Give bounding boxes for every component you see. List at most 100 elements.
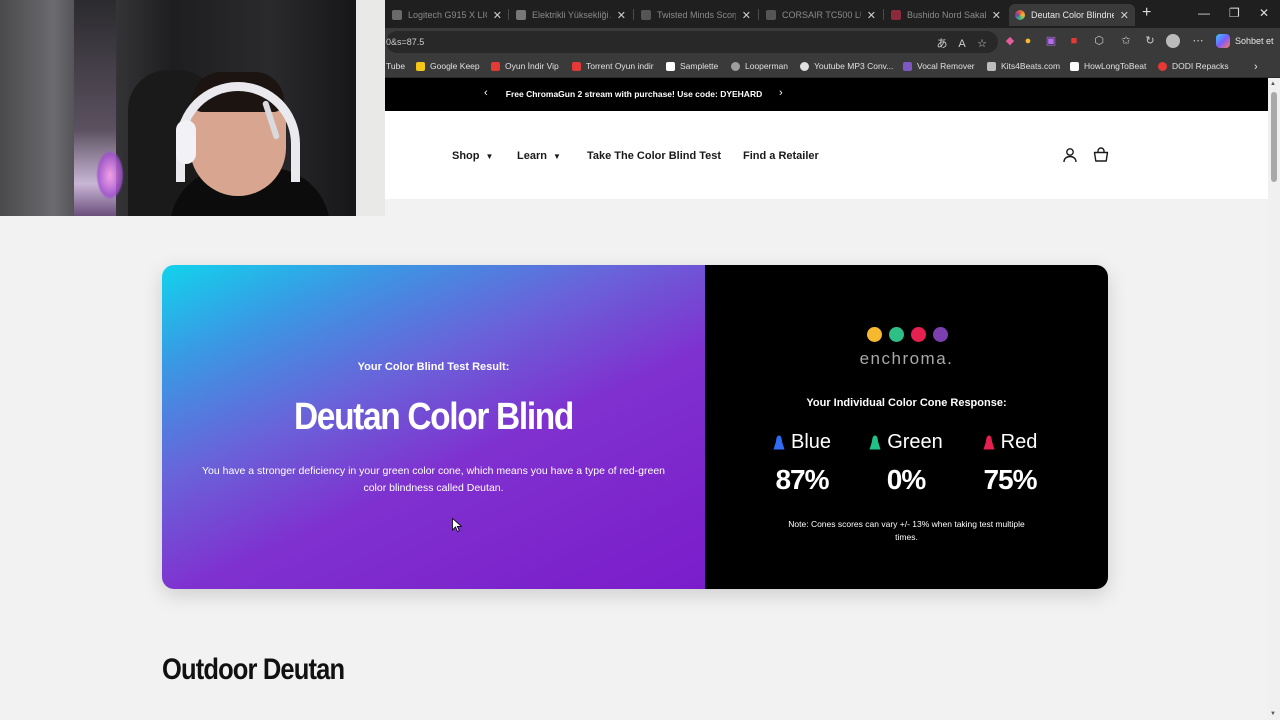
browser-tab[interactable]: Elektrikli Yüksekliği Ayarl ✕ bbox=[510, 4, 632, 26]
read-aloud-icon[interactable]: A bbox=[954, 36, 970, 52]
bookmark[interactable]: HowLongToBeat bbox=[1070, 61, 1146, 71]
scroll-down-icon[interactable]: ▼ bbox=[1270, 711, 1276, 717]
nav-shop-label: Shop bbox=[452, 150, 480, 162]
tab-title: Bushido Nord Sakal Yağı bbox=[907, 10, 986, 20]
cone-blue: Blue 87% bbox=[747, 431, 857, 496]
bookmark-label: Google Keep bbox=[430, 61, 480, 71]
scroll-up-icon[interactable]: ▲ bbox=[1270, 81, 1276, 87]
test-result-card: Your Color Blind Test Result: Deutan Col… bbox=[162, 265, 1108, 589]
bookmark[interactable]: Samplette bbox=[666, 61, 718, 71]
close-tab-icon[interactable]: ✕ bbox=[1120, 9, 1129, 22]
tab-favicon-icon bbox=[516, 10, 526, 20]
close-window-icon[interactable]: ✕ bbox=[1259, 6, 1269, 20]
tab-title: Twisted Minds Scorpion bbox=[657, 10, 736, 20]
nav-test-label: Take The Color Blind Test bbox=[587, 150, 722, 162]
translate-icon[interactable]: あ bbox=[934, 36, 950, 52]
nav-color-blind-test[interactable]: Take The Color Blind Test bbox=[587, 150, 721, 162]
page-scrollbar[interactable]: ▲ ▼ bbox=[1268, 78, 1280, 720]
bookmark-label: Youtube MP3 Conv... bbox=[814, 61, 894, 71]
restore-icon[interactable]: ❐ bbox=[1229, 6, 1240, 20]
tab-title: CORSAIR TC500 LUXE St bbox=[782, 10, 861, 20]
close-tab-icon[interactable]: ✕ bbox=[742, 9, 751, 22]
bookmark[interactable]: Youtube MP3 Conv... bbox=[800, 61, 893, 71]
tab-favicon-icon bbox=[766, 10, 776, 20]
favorite-star-icon[interactable]: ☆ bbox=[974, 36, 990, 52]
browser-tab[interactable]: CORSAIR TC500 LUXE St ✕ bbox=[760, 4, 882, 26]
extension-icon[interactable]: ▣ bbox=[1043, 33, 1059, 49]
tab-title: Logitech G915 X LIGHTS bbox=[408, 10, 487, 20]
bookmark-icon bbox=[903, 61, 912, 71]
extension-icon[interactable]: ■ bbox=[1066, 33, 1082, 49]
nav-find-retailer[interactable]: Find a Retailer bbox=[743, 150, 819, 162]
bookmark-label: Samplette bbox=[680, 61, 719, 71]
bookmark[interactable]: Looperman bbox=[731, 61, 788, 71]
bookmark[interactable]: Oyun İndir Vip bbox=[491, 61, 559, 71]
red-cone-icon bbox=[983, 435, 995, 449]
collections-icon[interactable]: ✩ bbox=[1118, 33, 1134, 49]
nav-learn[interactable]: Learn ▼ bbox=[517, 150, 561, 162]
bookmark-icon bbox=[1070, 61, 1079, 71]
copilot-button[interactable]: Sohbet et bbox=[1216, 34, 1274, 48]
enchroma-logo: enchroma. bbox=[859, 349, 954, 368]
chevron-down-icon: ▼ bbox=[552, 151, 561, 161]
mouse-cursor-icon bbox=[452, 518, 462, 532]
profile-avatar-icon[interactable] bbox=[1166, 34, 1180, 48]
bookmark-label: Tube bbox=[386, 61, 406, 71]
history-icon[interactable]: ↻ bbox=[1142, 33, 1158, 49]
promo-next-arrow-icon[interactable]: › bbox=[779, 87, 783, 99]
bookmark-label: Torrent Oyun indir bbox=[586, 61, 654, 71]
more-menu-icon[interactable]: ⋯ bbox=[1190, 33, 1206, 49]
tab-favicon-icon bbox=[891, 10, 901, 20]
copilot-icon bbox=[1216, 34, 1230, 48]
new-tab-icon[interactable]: + bbox=[1142, 4, 1151, 22]
cart-icon[interactable] bbox=[1093, 147, 1109, 163]
browser-tab[interactable]: Bushido Nord Sakal Yağı ✕ bbox=[885, 4, 1007, 26]
bookmark-icon bbox=[666, 61, 675, 71]
bookmark[interactable]: Kits4Beats.com bbox=[987, 61, 1060, 71]
cone-green: Green 0% bbox=[851, 431, 961, 496]
bookmark-icon bbox=[987, 61, 996, 71]
cone-value: 0% bbox=[886, 464, 926, 495]
browser-tab-active[interactable]: Deutan Color Blindness ✕ bbox=[1009, 4, 1135, 26]
bookmark[interactable]: Vocal Remover bbox=[903, 61, 975, 71]
bookmark-icon bbox=[731, 61, 740, 71]
bookmark-label: Kits4Beats.com bbox=[1001, 61, 1061, 71]
bookmark[interactable]: Torrent Oyun indir bbox=[572, 61, 654, 71]
cone-value: 87% bbox=[775, 464, 829, 495]
tab-favicon-icon bbox=[641, 10, 651, 20]
extension-icon[interactable]: ◆ bbox=[1002, 33, 1018, 49]
cone-name: Red bbox=[1000, 431, 1038, 453]
bookmark-label: Vocal Remover bbox=[917, 61, 975, 71]
close-tab-icon[interactable]: ✕ bbox=[867, 9, 876, 22]
tab-title: Deutan Color Blindness bbox=[1031, 10, 1114, 20]
browser-tab[interactable]: Twisted Minds Scorpion ✕ bbox=[635, 4, 757, 26]
nav-retailer-label: Find a Retailer bbox=[743, 150, 819, 162]
extensions-puzzle-icon[interactable]: ⬡ bbox=[1091, 33, 1107, 49]
extension-icon[interactable]: ● bbox=[1020, 33, 1036, 49]
account-icon[interactable] bbox=[1062, 147, 1078, 163]
bookmark-icon bbox=[800, 61, 809, 71]
nav-shop[interactable]: Shop ▼ bbox=[452, 150, 493, 162]
enchroma-logo-dots bbox=[867, 327, 948, 342]
tab-favicon-icon bbox=[1015, 10, 1025, 20]
cone-name: Blue bbox=[790, 431, 832, 453]
bookmark-icon bbox=[491, 61, 500, 71]
bookmark-label: Looperman bbox=[745, 61, 789, 71]
scrollbar-thumb[interactable] bbox=[1271, 92, 1277, 182]
green-cone-icon bbox=[869, 435, 881, 449]
copilot-label: Sohbet et bbox=[1235, 36, 1274, 46]
url-text: 0&s=87.5 bbox=[386, 37, 425, 47]
browser-tab[interactable]: Logitech G915 X LIGHTS ✕ bbox=[386, 4, 508, 26]
bookmark[interactable]: DODI Repacks bbox=[1158, 61, 1229, 71]
cone-red: Red 75% bbox=[955, 431, 1065, 496]
bookmark[interactable]: Tube bbox=[386, 61, 405, 71]
bookmarks-more-chevron-icon[interactable]: › bbox=[1254, 61, 1258, 73]
result-description: You have a stronger deficiency in your g… bbox=[201, 465, 666, 494]
close-tab-icon[interactable]: ✕ bbox=[992, 9, 1001, 22]
bookmark[interactable]: Google Keep bbox=[416, 61, 480, 71]
bookmark-icon bbox=[1158, 61, 1167, 71]
url-bar[interactable]: 0&s=87.5 あ A ☆ bbox=[386, 31, 998, 53]
minimize-icon[interactable]: — bbox=[1198, 6, 1210, 20]
close-tab-icon[interactable]: ✕ bbox=[493, 9, 502, 22]
close-tab-icon[interactable]: ✕ bbox=[617, 9, 626, 22]
